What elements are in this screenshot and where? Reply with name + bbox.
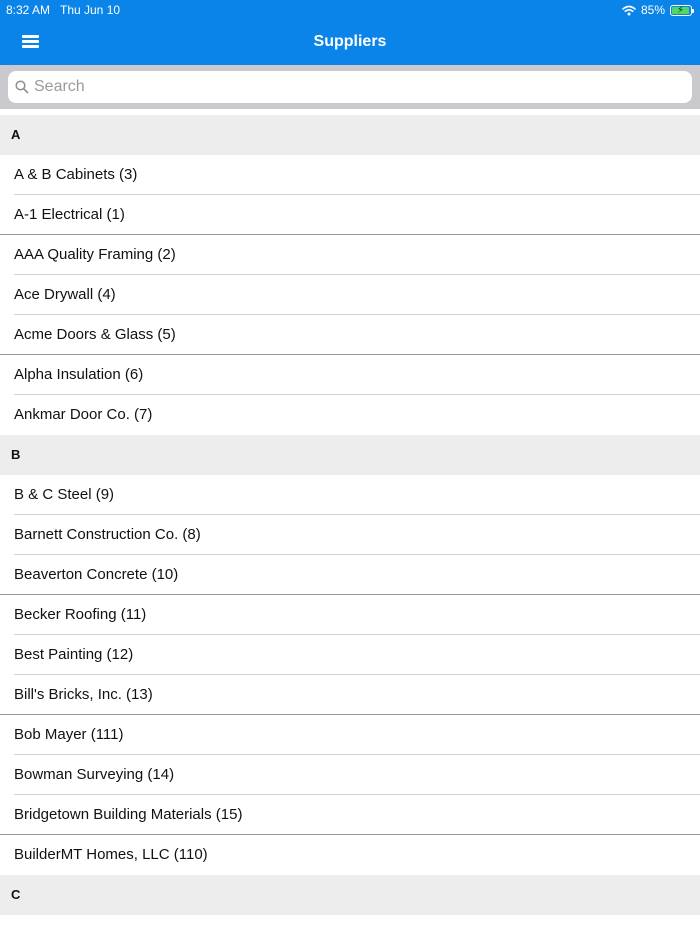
list-item[interactable]: BuilderMT Homes, LLC (110) [0, 835, 700, 875]
list-item[interactable]: A & B Cabinets (3) [0, 155, 700, 195]
wifi-icon [622, 5, 636, 16]
battery-icon: ⚡ [670, 4, 694, 16]
list-item[interactable]: Bill's Bricks, Inc. (13) [0, 675, 700, 715]
battery-percent: 85% [640, 3, 665, 17]
suppliers-screen: 8:32 AM Thu Jun 10 85% ⚡ Suppliers Searc… [0, 0, 700, 934]
search-input[interactable] [34, 75, 674, 99]
page-title: Suppliers [313, 33, 387, 50]
section-header-c: C [0, 875, 700, 915]
list-item[interactable]: Ankmar Door Co. (7) [0, 395, 700, 435]
status-time: 8:32 AM [6, 3, 51, 17]
top-bar: 8:32 AM Thu Jun 10 85% ⚡ Suppliers [0, 0, 700, 65]
list-item[interactable]: Alpha Insulation (6) [0, 355, 700, 395]
search-icon [15, 80, 29, 99]
list-item[interactable]: Acme Doors & Glass (5) [0, 315, 700, 355]
list-item[interactable]: Beaverton Concrete (10) [0, 555, 700, 595]
charging-bolt-icon: ⚡ [677, 4, 685, 16]
list-item[interactable]: Barnett Construction Co. (8) [0, 515, 700, 555]
list-item[interactable]: Becker Roofing (11) [0, 595, 700, 635]
list-item[interactable]: A-1 Electrical (1) [0, 195, 700, 235]
list-item[interactable]: Best Painting (12) [0, 635, 700, 675]
list-item[interactable]: AAA Quality Framing (2) [0, 235, 700, 275]
list-item[interactable]: Bob Mayer (111) [0, 715, 700, 755]
list-item[interactable]: Bridgetown Building Materials (15) [0, 795, 700, 835]
list-item[interactable]: Bowman Surveying (14) [0, 755, 700, 795]
nav-bar: Suppliers [0, 20, 700, 65]
search-box[interactable] [8, 71, 692, 103]
search-bar [0, 65, 700, 109]
status-date: Thu Jun 10 [60, 3, 121, 17]
status-indicators: 85% ⚡ [622, 2, 694, 18]
list-item[interactable] [0, 915, 700, 934]
supplier-list: A A & B Cabinets (3) A-1 Electrical (1) … [0, 109, 700, 934]
list-item[interactable]: B & C Steel (9) [0, 475, 700, 515]
list-item[interactable]: Ace Drywall (4) [0, 275, 700, 315]
section-header-a: A [0, 115, 700, 155]
status-bar: 8:32 AM Thu Jun 10 85% ⚡ [0, 0, 700, 20]
section-header-b: B [0, 435, 700, 475]
